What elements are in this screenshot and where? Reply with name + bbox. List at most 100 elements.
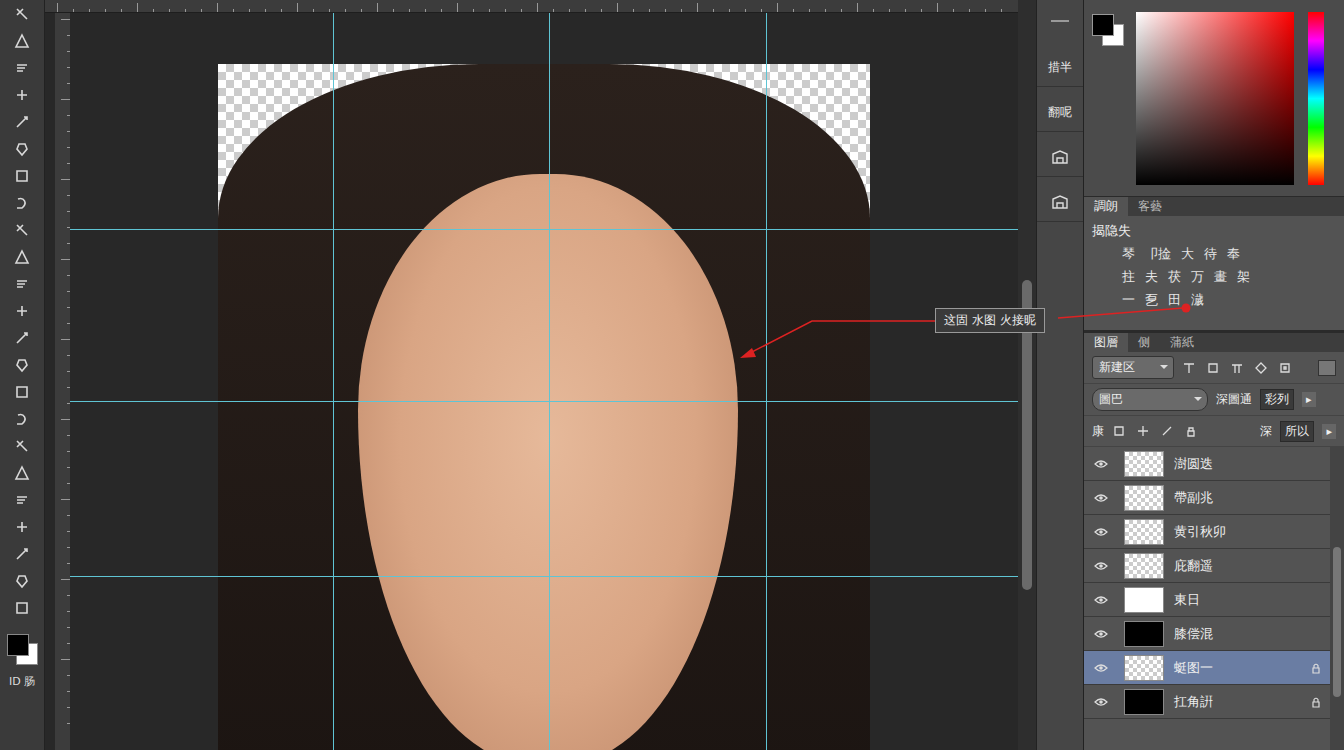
tool-icon[interactable] <box>14 141 30 157</box>
adjustment-button[interactable]: 琴 <box>1122 245 1135 263</box>
panel-tab[interactable]: 調朗 <box>1084 197 1128 216</box>
filter-icon[interactable] <box>1206 361 1220 375</box>
eye-icon[interactable] <box>1094 493 1108 503</box>
dock-button[interactable] <box>1037 138 1083 177</box>
filter-dropdown[interactable]: 新建区 <box>1092 356 1174 379</box>
eye-icon[interactable] <box>1094 697 1108 707</box>
layer-name[interactable]: 黄引秋卯 <box>1174 523 1226 541</box>
layer-name[interactable]: 蜓图一 <box>1174 659 1213 677</box>
layer-name[interactable]: 帶副兆 <box>1174 489 1213 507</box>
lock-option-icon[interactable] <box>1184 424 1198 438</box>
tool-icon[interactable] <box>14 195 30 211</box>
collapse-icon[interactable] <box>1051 4 1069 22</box>
filter-icon[interactable] <box>1254 361 1268 375</box>
opacity-field[interactable]: 彩列 <box>1260 389 1294 410</box>
tool-icon[interactable] <box>14 492 30 508</box>
layer-row[interactable]: 扛角詽 <box>1084 685 1330 719</box>
guide-line[interactable] <box>766 13 767 750</box>
dock-button[interactable]: 措半 <box>1037 48 1083 87</box>
eye-icon[interactable] <box>1094 459 1108 469</box>
tool-icon[interactable] <box>14 519 30 535</box>
adjustment-button[interactable]: 待 <box>1204 245 1217 263</box>
filter-icon[interactable] <box>1182 361 1196 375</box>
lock-option-icon[interactable] <box>1136 424 1150 438</box>
layer-name[interactable]: 東日 <box>1174 591 1200 609</box>
color-swatches[interactable] <box>7 634 37 664</box>
guide-line[interactable] <box>70 229 1018 230</box>
lock-option-icon[interactable] <box>1160 424 1174 438</box>
filter-icon[interactable] <box>1230 361 1244 375</box>
tool-icon[interactable] <box>14 330 30 346</box>
layer-row[interactable]: 黄引秋卯 <box>1084 515 1330 549</box>
adjustment-button[interactable]: 田 <box>1168 291 1181 309</box>
layer-row[interactable]: 庇翻遥 <box>1084 549 1330 583</box>
layer-row[interactable]: 帶副兆 <box>1084 481 1330 515</box>
tool-icon[interactable] <box>14 60 30 76</box>
tool-icon[interactable] <box>14 222 30 238</box>
dock-button[interactable] <box>1037 183 1083 222</box>
layer-name[interactable]: 庇翻遥 <box>1174 557 1213 575</box>
foreground-swatch[interactable] <box>7 634 29 656</box>
adjustment-button[interactable]: 夫 <box>1145 268 1158 286</box>
tool-icon[interactable] <box>14 303 30 319</box>
mode-label[interactable]: ID 肠 <box>9 674 35 689</box>
lock-option-icon[interactable] <box>1112 424 1126 438</box>
guide-line[interactable] <box>333 13 334 750</box>
fill-field[interactable]: 所以 <box>1280 421 1314 442</box>
adjustment-button[interactable]: 茯 <box>1168 268 1181 286</box>
blend-mode-dropdown[interactable]: 圖巴 <box>1092 388 1208 411</box>
vertical-scrollbar[interactable] <box>1018 0 1036 750</box>
layer-row[interactable]: 東日 <box>1084 583 1330 617</box>
layer-name[interactable]: 膝偿混 <box>1174 625 1213 643</box>
filter-icon[interactable] <box>1278 361 1292 375</box>
tool-icon[interactable] <box>14 465 30 481</box>
tool-icon[interactable] <box>14 546 30 562</box>
tool-icon[interactable] <box>14 411 30 427</box>
tool-icon[interactable] <box>14 573 30 589</box>
tool-icon[interactable] <box>14 87 30 103</box>
adjustment-button[interactable]: 万 <box>1191 268 1204 286</box>
foreground-swatch[interactable] <box>1092 14 1114 36</box>
hue-slider[interactable] <box>1308 12 1324 185</box>
panel-tab[interactable]: 图層 <box>1084 333 1128 352</box>
filter-toggle[interactable] <box>1318 360 1336 376</box>
tool-icon[interactable] <box>14 438 30 454</box>
adjustment-button[interactable]: 拄 <box>1122 268 1135 286</box>
adjustment-button[interactable]: 畫 <box>1214 268 1227 286</box>
tool-icon[interactable] <box>14 114 30 130</box>
opacity-arrow[interactable]: ▸ <box>1302 392 1316 407</box>
document-image[interactable] <box>218 64 870 750</box>
tool-icon[interactable] <box>14 33 30 49</box>
dock-button[interactable]: 翻呢 <box>1037 93 1083 132</box>
adjustment-button[interactable]: 乭 <box>1145 291 1158 309</box>
tool-icon[interactable] <box>14 600 30 616</box>
layer-row[interactable]: 澍圆迭 <box>1084 447 1330 481</box>
tool-icon[interactable] <box>14 6 30 22</box>
eye-icon[interactable] <box>1094 561 1108 571</box>
color-field[interactable] <box>1136 12 1294 185</box>
eye-icon[interactable] <box>1094 595 1108 605</box>
adjustment-button[interactable]: 濊 <box>1191 291 1204 309</box>
tool-icon[interactable] <box>14 384 30 400</box>
layer-row[interactable]: 蜓图一 <box>1084 651 1330 685</box>
tool-icon[interactable] <box>14 357 30 373</box>
eye-icon[interactable] <box>1094 527 1108 537</box>
layer-name[interactable]: 澍圆迭 <box>1174 455 1213 473</box>
panel-tab[interactable]: 侧 <box>1128 333 1160 352</box>
tool-icon[interactable] <box>14 168 30 184</box>
adjustment-button[interactable]: 架 <box>1237 268 1250 286</box>
guide-line[interactable] <box>70 401 1018 402</box>
adjustment-button[interactable]: 奉 <box>1227 245 1240 263</box>
panel-tab[interactable]: 客藝 <box>1128 197 1172 216</box>
adjustment-button[interactable]: 大 <box>1181 245 1194 263</box>
adjustment-button[interactable]: 一 <box>1122 291 1135 309</box>
adjustment-button[interactable]: 卩捦 <box>1145 245 1171 263</box>
layer-name[interactable]: 扛角詽 <box>1174 693 1213 711</box>
tool-icon[interactable] <box>14 276 30 292</box>
eye-icon[interactable] <box>1094 663 1108 673</box>
layer-row[interactable]: 膝偿混 <box>1084 617 1330 651</box>
guide-line[interactable] <box>70 576 1018 577</box>
canvas[interactable] <box>70 13 1018 750</box>
eye-icon[interactable] <box>1094 629 1108 639</box>
tool-icon[interactable] <box>14 249 30 265</box>
